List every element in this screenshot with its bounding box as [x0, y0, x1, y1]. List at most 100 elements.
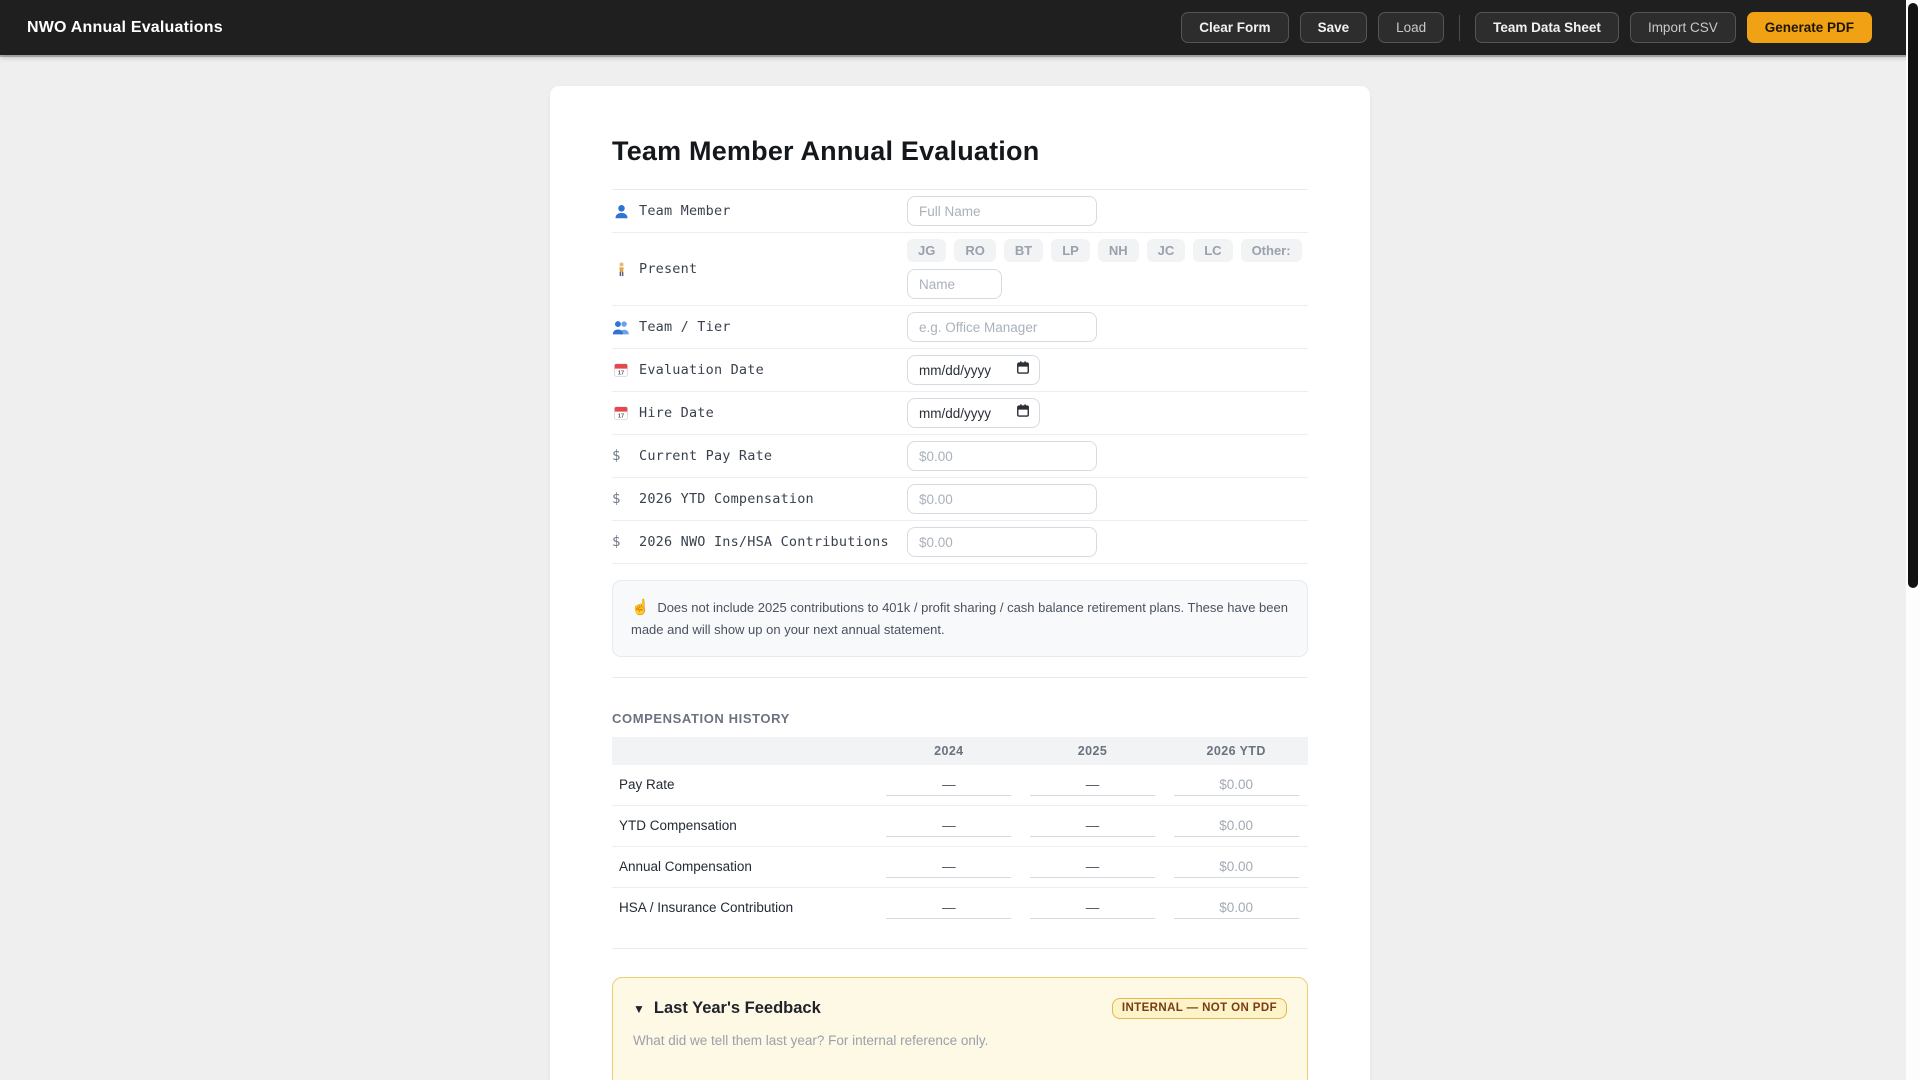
present-chip-lp[interactable]: LP: [1051, 239, 1090, 262]
ytd-comp-2024-input[interactable]: [886, 814, 1012, 837]
person-bust-icon: [612, 202, 630, 220]
team-member-label: Team Member: [612, 202, 907, 220]
section-divider: [612, 676, 1308, 678]
team-tier-label-text: Team / Tier: [639, 319, 731, 335]
pay-rate-2026-input[interactable]: [1173, 773, 1299, 796]
present-label: Present: [612, 260, 907, 278]
app-title: NWO Annual Evaluations: [27, 18, 223, 36]
present-chip-other[interactable]: Other:: [1240, 239, 1302, 262]
pointing-finger-icon: ☝️: [631, 599, 650, 616]
import-csv-button[interactable]: Import CSV: [1629, 11, 1736, 44]
ytd-compensation-label: $ 2026 YTD Compensation: [612, 491, 907, 507]
svg-text:17: 17: [618, 371, 624, 377]
evaluation-date-label: 17 Evaluation Date: [612, 361, 907, 379]
scrollbar-thumb[interactable]: [1908, 3, 1918, 588]
ins-hsa-label: $ 2026 NWO Ins/HSA Contributions: [612, 534, 907, 550]
field-row-2026-ins-hsa: $ 2026 NWO Ins/HSA Contributions: [612, 521, 1308, 564]
dollar-icon: $: [612, 534, 621, 550]
table-header-row: 2024 2025 2026 YTD: [612, 736, 1308, 765]
ins-hsa-input[interactable]: [907, 527, 1097, 557]
collapse-caret-icon[interactable]: ▼: [633, 1002, 645, 1016]
hsa-ins-2025-input[interactable]: [1029, 896, 1155, 919]
hire-date-placeholder: mm/dd/yyyy: [919, 405, 992, 421]
team-tier-label: Team / Tier: [612, 318, 907, 336]
annual-comp-2025-input[interactable]: [1029, 855, 1155, 878]
ytd-compensation-input[interactable]: [907, 484, 1097, 514]
feedback-title[interactable]: Last Year's Feedback: [654, 999, 821, 1018]
load-button[interactable]: Load: [1378, 11, 1445, 44]
table-row-pay-rate: Pay Rate: [612, 765, 1308, 806]
row-label: HSA / Insurance Contribution: [612, 886, 877, 928]
hsa-ins-2024-input[interactable]: [886, 896, 1012, 919]
hire-date-label: 17 Hire Date: [612, 404, 907, 422]
table-row-hsa-insurance: HSA / Insurance Contribution: [612, 886, 1308, 928]
pay-rate-2025-input[interactable]: [1029, 773, 1155, 796]
calendar-icon: 17: [612, 361, 630, 379]
team-tier-input[interactable]: [907, 312, 1097, 342]
row-label: Annual Compensation: [612, 845, 877, 888]
team-member-label-text: Team Member: [639, 203, 731, 219]
present-chip-jg[interactable]: JG: [907, 239, 947, 262]
present-chips: JG RO BT LP NH JC LC Other:: [907, 239, 1302, 262]
field-row-team-tier: Team / Tier: [612, 306, 1308, 349]
field-row-evaluation-date: 17 Evaluation Date mm/dd/yyyy: [612, 349, 1308, 392]
field-row-present: Present JG RO BT LP NH JC LC Other:: [612, 233, 1308, 306]
feedback-header: ▼ Last Year's Feedback INTERNAL — NOT ON…: [633, 997, 1287, 1020]
person-standing-icon: [612, 260, 630, 278]
hire-date-input[interactable]: mm/dd/yyyy: [907, 398, 1040, 428]
ins-hsa-label-text: 2026 NWO Ins/HSA Contributions: [639, 534, 889, 550]
ytd-compensation-label-text: 2026 YTD Compensation: [639, 491, 814, 507]
current-pay-rate-input[interactable]: [907, 441, 1097, 471]
ytd-comp-2025-input[interactable]: [1029, 814, 1155, 837]
annual-comp-2024-input[interactable]: [886, 855, 1012, 878]
section-divider: [612, 947, 1308, 949]
last-year-feedback-section: ▼ Last Year's Feedback INTERNAL — NOT ON…: [612, 976, 1308, 1080]
ytd-comp-2026-input[interactable]: [1173, 814, 1299, 837]
scrollbar-track[interactable]: [1906, 0, 1920, 1080]
hsa-ins-2026-input[interactable]: [1173, 896, 1299, 919]
retirement-note-text: Does not include 2025 contributions to 4…: [631, 600, 1288, 637]
present-other-name-input[interactable]: [907, 269, 1002, 299]
date-picker-icon[interactable]: [1016, 360, 1030, 380]
column-header-2026-ytd: 2026 YTD: [1206, 743, 1266, 758]
annual-comp-2026-input[interactable]: [1173, 855, 1299, 878]
feedback-textarea[interactable]: [633, 1033, 1287, 1080]
generate-pdf-button[interactable]: Generate PDF: [1746, 11, 1872, 44]
compensation-history-table: 2024 2025 2026 YTD Pay Rate YTD Compensa…: [612, 736, 1308, 928]
present-chip-ro[interactable]: RO: [954, 239, 996, 262]
date-picker-icon[interactable]: [1016, 403, 1030, 423]
team-member-input[interactable]: [907, 196, 1097, 226]
app-header: NWO Annual Evaluations Clear Form Save L…: [0, 0, 1920, 55]
dollar-icon: $: [612, 491, 621, 507]
current-pay-rate-label-text: Current Pay Rate: [639, 448, 773, 464]
column-header-2024: 2024: [934, 743, 964, 758]
present-chip-jc[interactable]: JC: [1146, 239, 1186, 262]
field-row-2026-ytd-compensation: $ 2026 YTD Compensation: [612, 478, 1308, 521]
table-row-annual-compensation: Annual Compensation: [612, 845, 1308, 888]
retirement-note: ☝️ Does not include 2025 contributions t…: [612, 580, 1308, 657]
evaluation-form-card: Team Member Annual Evaluation Team Membe…: [550, 86, 1370, 1080]
people-busts-icon: [612, 318, 630, 336]
header-divider: [1459, 14, 1461, 41]
clear-form-button[interactable]: Clear Form: [1181, 11, 1289, 44]
pay-rate-2024-input[interactable]: [886, 773, 1012, 796]
current-pay-rate-label: $ Current Pay Rate: [612, 448, 907, 464]
compensation-history-heading: COMPENSATION HISTORY: [612, 710, 790, 726]
column-header-2025: 2025: [1077, 743, 1108, 758]
table-corner-cell: [612, 737, 877, 765]
save-button[interactable]: Save: [1299, 11, 1368, 44]
present-chip-lc[interactable]: LC: [1193, 239, 1233, 262]
table-row-ytd-compensation: YTD Compensation: [612, 804, 1308, 847]
form-title: Team Member Annual Evaluation: [612, 136, 1040, 166]
internal-badge: INTERNAL — NOT ON PDF: [1111, 997, 1287, 1020]
present-chip-nh[interactable]: NH: [1097, 239, 1139, 262]
row-label: Pay Rate: [619, 777, 675, 793]
row-label: YTD Compensation: [612, 804, 877, 847]
evaluation-date-input[interactable]: mm/dd/yyyy: [907, 355, 1040, 385]
evaluation-date-placeholder: mm/dd/yyyy: [919, 362, 992, 378]
header-actions: Clear Form Save Load Team Data Sheet Imp…: [1181, 11, 1890, 44]
present-chip-bt[interactable]: BT: [1003, 239, 1044, 262]
field-row-team-member: Team Member: [612, 190, 1308, 233]
team-data-sheet-button[interactable]: Team Data Sheet: [1475, 11, 1619, 44]
present-label-text: Present: [639, 261, 698, 277]
